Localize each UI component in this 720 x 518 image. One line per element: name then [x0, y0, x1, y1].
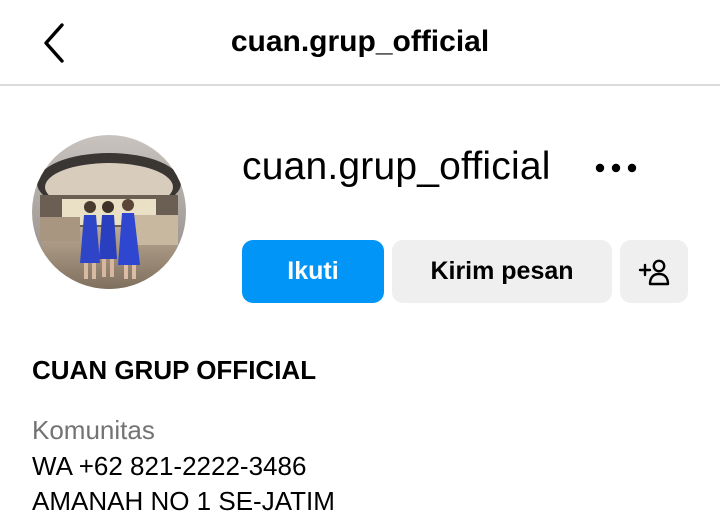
more-options-button[interactable]	[588, 150, 644, 186]
add-user-icon	[638, 259, 670, 285]
bio-line: WA +62 821-2222-3486	[32, 451, 307, 481]
bio-line: AMANAH NO 1 SE-JATIM	[32, 486, 335, 516]
header-title: cuan.grup_official	[230, 25, 490, 58]
suggest-users-button[interactable]	[620, 240, 688, 303]
profile-display-name: CUAN GRUP OFFICIAL	[32, 355, 317, 385]
profile-username: cuan.grup_official	[242, 145, 551, 188]
profile-avatar[interactable]	[32, 135, 186, 289]
profile-category: Komunitas	[32, 415, 155, 445]
top-bar: cuan.grup_official	[0, 0, 720, 86]
message-button[interactable]: Kirim pesan	[392, 240, 612, 303]
follow-button[interactable]: Ikuti	[242, 240, 384, 303]
more-horizontal-icon	[595, 163, 637, 173]
